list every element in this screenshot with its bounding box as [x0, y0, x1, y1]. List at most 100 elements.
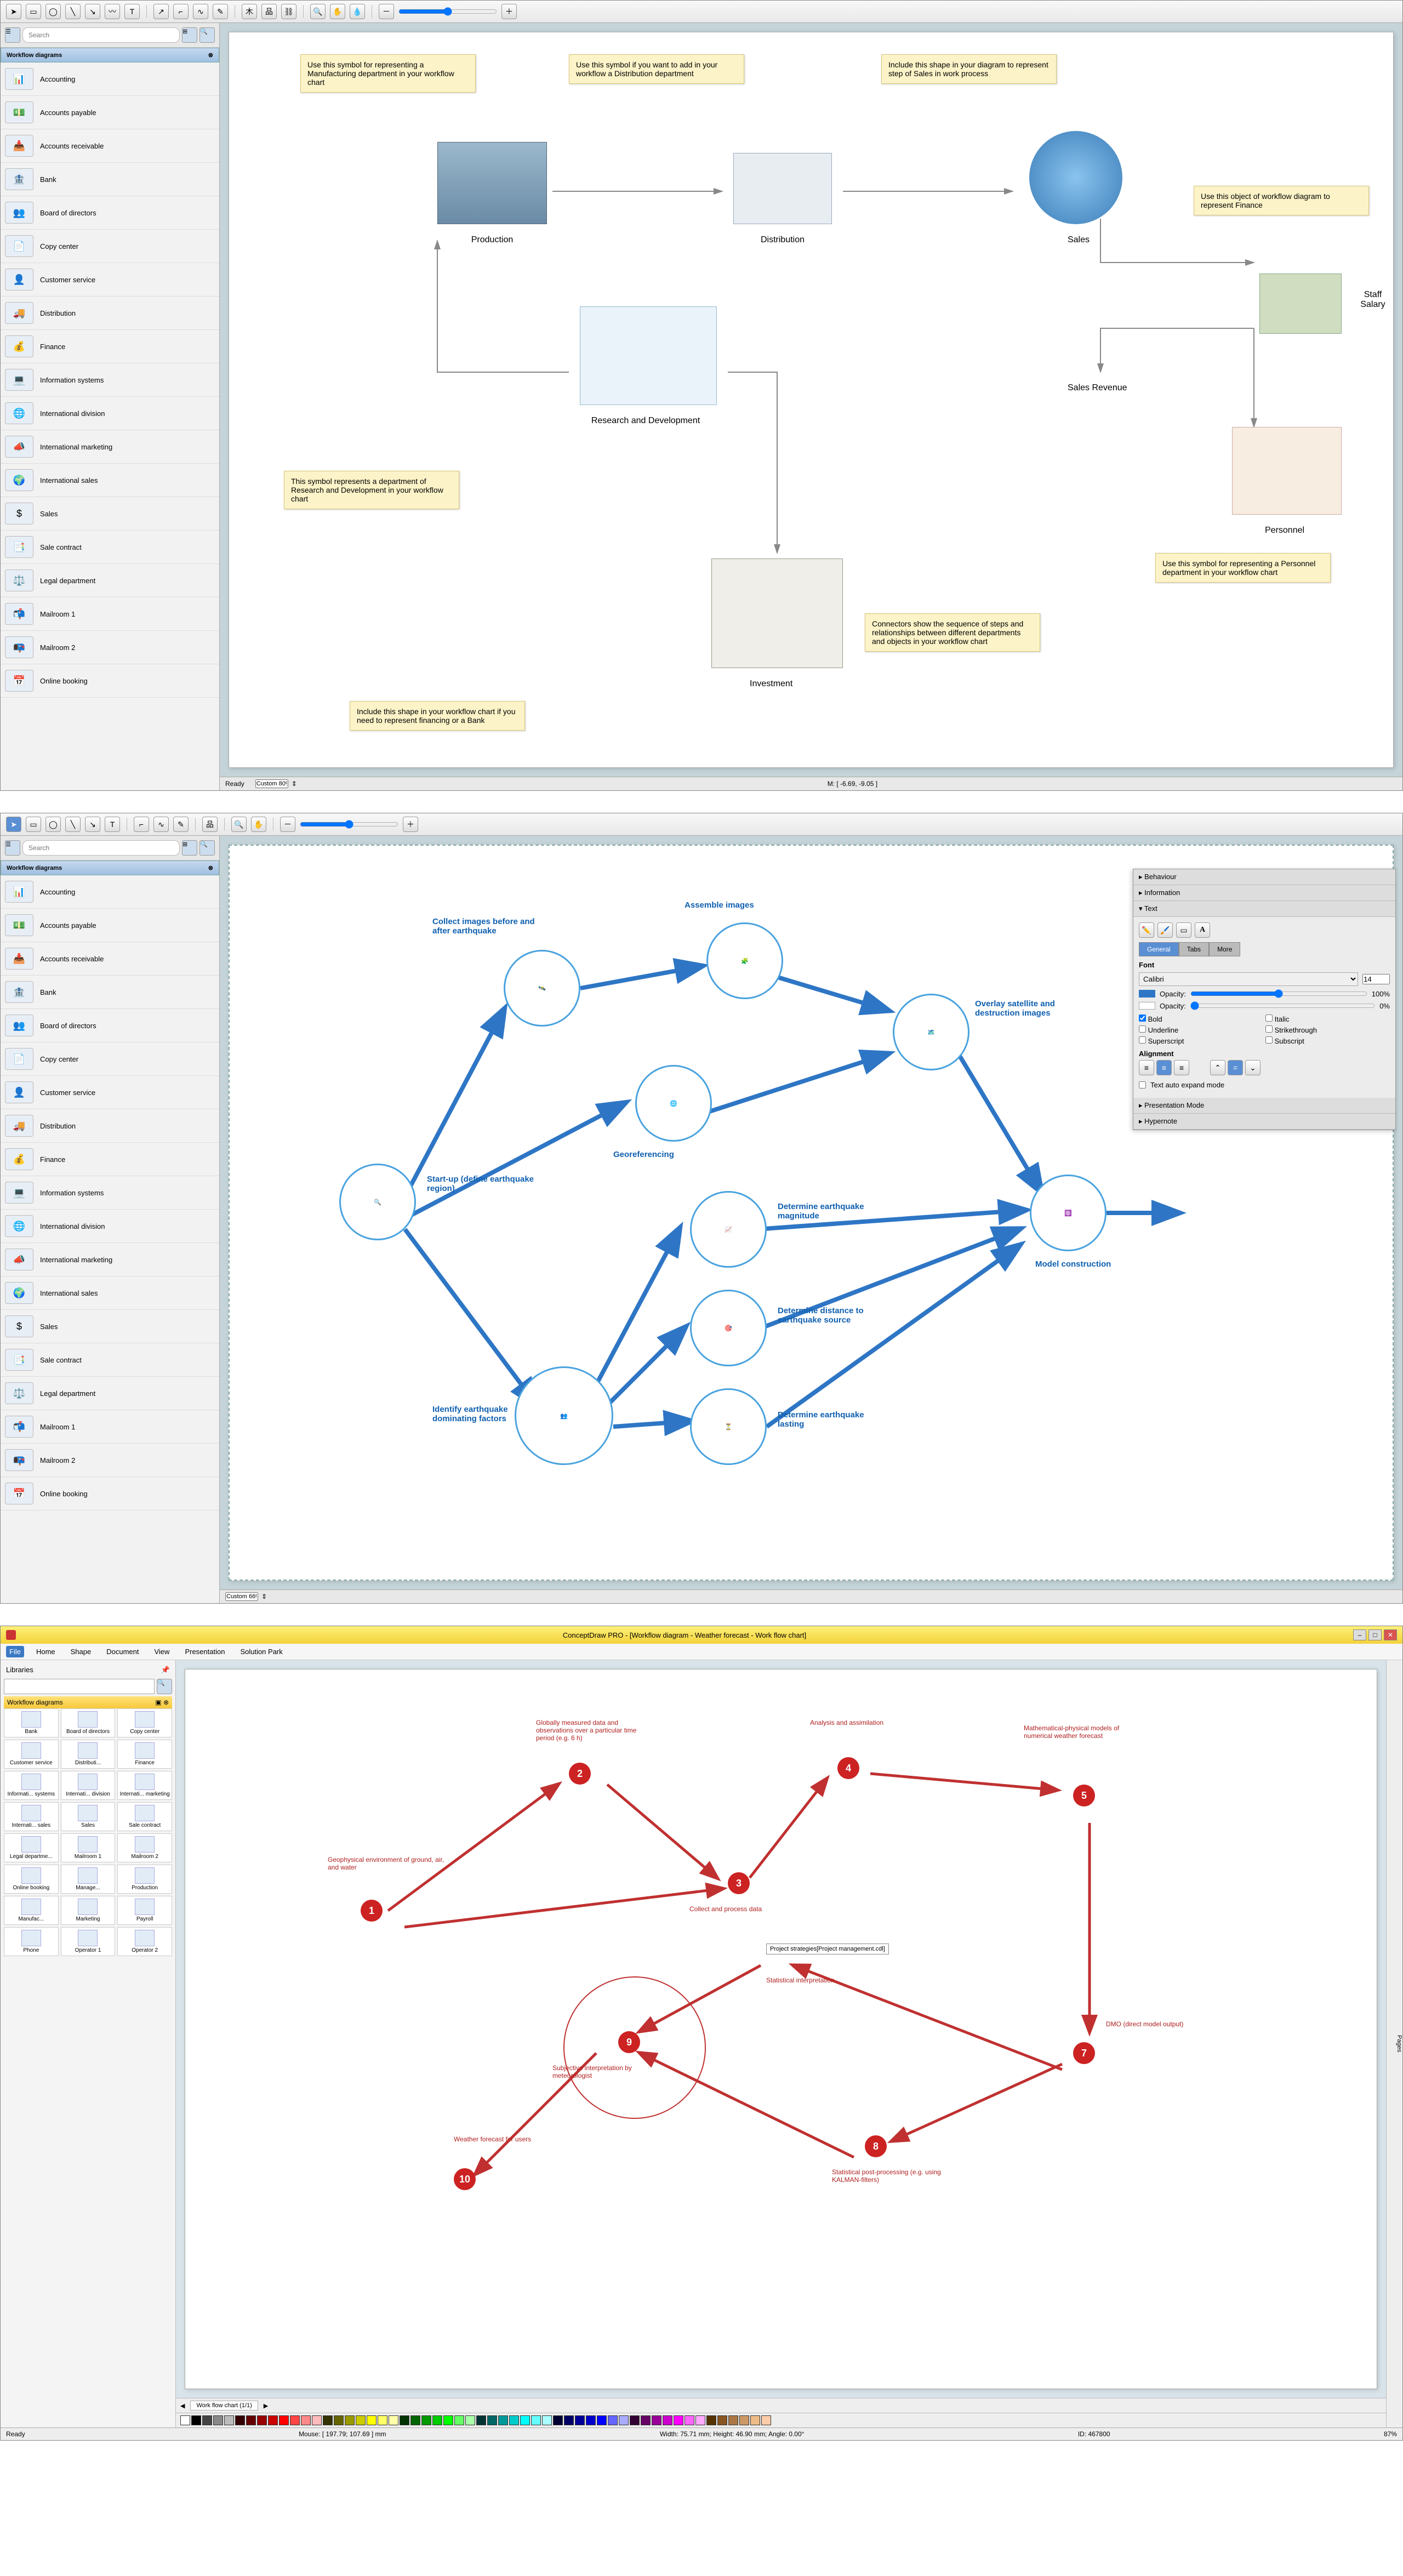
- menu-document[interactable]: Document: [103, 1646, 142, 1657]
- menu-view[interactable]: View: [151, 1646, 173, 1657]
- check-superscript[interactable]: Superscript: [1139, 1036, 1263, 1045]
- node-overlay[interactable]: 🗺️: [893, 994, 969, 1070]
- library-grid-item[interactable]: Mailroom 2: [117, 1833, 172, 1862]
- library-grid-item[interactable]: Internati... division: [61, 1771, 116, 1800]
- list-view-icon[interactable]: ☰: [5, 840, 20, 856]
- color-swatch[interactable]: [356, 2415, 366, 2425]
- color-swatch[interactable]: [695, 2415, 705, 2425]
- node-distance[interactable]: 🎯: [690, 1290, 767, 1366]
- color-swatch[interactable]: [750, 2415, 760, 2425]
- color-swatch[interactable]: [213, 2415, 223, 2425]
- align-left-icon[interactable]: ≡: [1139, 1060, 1154, 1075]
- line-tool[interactable]: ╲: [65, 4, 81, 19]
- library-grid-item[interactable]: Production: [117, 1865, 172, 1894]
- font-size-input[interactable]: [1362, 974, 1390, 984]
- zoom-level-input[interactable]: [255, 779, 288, 788]
- library-section-header[interactable]: Workflow diagrams ⊗: [1, 860, 219, 875]
- node-startup[interactable]: 🔍: [339, 1164, 416, 1240]
- library-item[interactable]: ⚖️Legal department: [1, 1377, 219, 1410]
- color-swatch[interactable]: [301, 2415, 311, 2425]
- color-swatch[interactable]: [619, 2415, 629, 2425]
- inspector-section-presentation[interactable]: Presentation Mode: [1133, 1098, 1395, 1114]
- node-investment[interactable]: [711, 558, 843, 668]
- color-swatch[interactable]: [520, 2415, 530, 2425]
- color-swatch[interactable]: [410, 2415, 420, 2425]
- menu-file[interactable]: File: [6, 1646, 24, 1657]
- zoom-level-input[interactable]: [225, 1592, 258, 1601]
- library-grid-item[interactable]: Mailroom 1: [61, 1833, 116, 1862]
- library-item[interactable]: 📊Accounting: [1, 62, 219, 96]
- node-rnd[interactable]: [580, 306, 717, 405]
- step-4[interactable]: 4: [837, 1757, 859, 1779]
- font-select[interactable]: Calibri: [1139, 972, 1358, 986]
- color-swatch[interactable]: [334, 2415, 344, 2425]
- color-swatch[interactable]: [367, 2415, 377, 2425]
- color-swatch[interactable]: [323, 2415, 333, 2425]
- search-input[interactable]: [22, 27, 180, 43]
- color-swatch[interactable]: [597, 2415, 607, 2425]
- color-swatch[interactable]: [279, 2415, 289, 2425]
- color-swatch[interactable]: [432, 2415, 442, 2425]
- zoom-stepper-icon[interactable]: ⇕: [261, 1593, 267, 1600]
- zoom-in-icon[interactable]: ＋: [403, 817, 418, 832]
- color-swatch[interactable]: [564, 2415, 574, 2425]
- connector-ortho[interactable]: ⌐: [134, 817, 149, 832]
- color-swatch[interactable]: [498, 2415, 508, 2425]
- library-item[interactable]: $Sales: [1, 497, 219, 531]
- close-library-icon[interactable]: ⊗: [208, 864, 213, 871]
- align-right-icon[interactable]: ≡: [1174, 1060, 1189, 1075]
- node-lasting[interactable]: ⏳: [690, 1388, 767, 1465]
- color-swatch[interactable]: [268, 2415, 278, 2425]
- library-item[interactable]: 💵Accounts payable: [1, 909, 219, 942]
- library-grid-item[interactable]: Operator 1: [61, 1927, 116, 1956]
- step-5[interactable]: 5: [1073, 1785, 1095, 1806]
- zoom-slider[interactable]: [300, 820, 398, 829]
- node-georef[interactable]: 🌐: [635, 1065, 712, 1142]
- color-swatch[interactable]: [378, 2415, 387, 2425]
- library-grid-item[interactable]: Online booking: [4, 1865, 59, 1894]
- edit-tool[interactable]: ✎: [173, 817, 189, 832]
- list-view-icon[interactable]: ☰: [5, 27, 20, 43]
- library-item[interactable]: 📑Sale contract: [1, 1343, 219, 1377]
- zoom-in-icon[interactable]: ＋: [501, 4, 517, 19]
- color-swatch[interactable]: [728, 2415, 738, 2425]
- valign-top-icon[interactable]: ⌃: [1210, 1060, 1225, 1075]
- connector-curve[interactable]: ∿: [153, 817, 169, 832]
- color-swatch[interactable]: [608, 2415, 618, 2425]
- library-item[interactable]: 📄Copy center: [1, 1042, 219, 1076]
- valign-bot-icon[interactable]: ⌄: [1245, 1060, 1261, 1075]
- library-item[interactable]: 💻Information systems: [1, 1176, 219, 1210]
- library-item[interactable]: 🚚Distribution: [1, 297, 219, 330]
- color-swatch[interactable]: [663, 2415, 672, 2425]
- library-grid-item[interactable]: Manage...: [61, 1865, 116, 1894]
- color-swatch[interactable]: [575, 2415, 585, 2425]
- library-item[interactable]: 📅Online booking: [1, 664, 219, 698]
- rect-tool[interactable]: ▭: [26, 817, 41, 832]
- prev-page-icon[interactable]: ◀: [180, 2402, 185, 2409]
- library-grid-item[interactable]: Customer service: [4, 1740, 59, 1769]
- bg-opacity-slider[interactable]: [1190, 1001, 1376, 1010]
- menu-solution-park[interactable]: Solution Park: [237, 1646, 286, 1657]
- library-item[interactable]: 📬Mailroom 1: [1, 1410, 219, 1444]
- color-swatch[interactable]: [630, 2415, 640, 2425]
- check-italic[interactable]: Italic: [1265, 1015, 1390, 1023]
- color-swatch[interactable]: [454, 2415, 464, 2425]
- color-swatch[interactable]: [443, 2415, 453, 2425]
- color-swatch[interactable]: [465, 2415, 475, 2425]
- pages-tab[interactable]: Pages: [1386, 1660, 1402, 2427]
- tree-layout[interactable]: ⽊: [242, 4, 257, 19]
- library-item[interactable]: 👤Customer service: [1, 263, 219, 297]
- color-swatch[interactable]: [553, 2415, 563, 2425]
- library-search-button[interactable]: 🔍: [157, 1679, 172, 1694]
- color-swatch[interactable]: [717, 2415, 727, 2425]
- color-swatch[interactable]: [739, 2415, 749, 2425]
- connector-curve[interactable]: ∿: [193, 4, 208, 19]
- step-2[interactable]: 2: [569, 1763, 591, 1785]
- color-swatch[interactable]: [476, 2415, 486, 2425]
- zoom-stepper-icon[interactable]: ⇕: [292, 780, 297, 788]
- color-swatch[interactable]: [421, 2415, 431, 2425]
- zoom-out-icon[interactable]: －: [280, 817, 295, 832]
- pin-icon[interactable]: 📌: [161, 1666, 170, 1674]
- check-bold[interactable]: Bold: [1139, 1015, 1263, 1023]
- library-item[interactable]: 🌐International division: [1, 1210, 219, 1243]
